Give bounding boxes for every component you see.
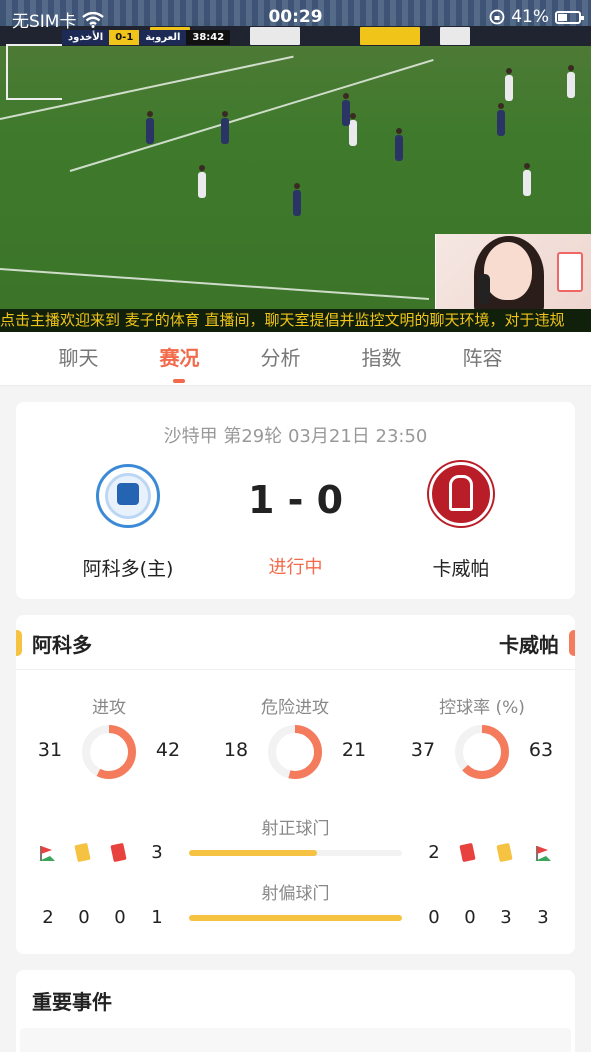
shots-off-target-row: 2 0 0 1 0 0 3 3 — [16, 905, 575, 931]
metric-label: 进攻 — [92, 698, 126, 718]
player — [523, 163, 531, 196]
player — [505, 68, 513, 101]
microphone-icon — [478, 274, 490, 304]
away-yellow-count: 3 — [500, 907, 512, 928]
metric-home-value: 37 — [410, 739, 436, 761]
shots-off-target-bar — [189, 915, 402, 921]
player — [198, 165, 206, 198]
stats-home-team: 阿科多 — [32, 633, 92, 657]
tab-lineup[interactable]: 阵容 — [432, 332, 533, 385]
yellow-card-icon — [496, 842, 516, 863]
metric-away-value: 42 — [155, 739, 181, 761]
technical-stats-card: 阿科多 卡威帕 进攻 31 42 危险进攻 18 21 控球率 (%) 37 6… — [16, 615, 575, 954]
tab-odds[interactable]: 指数 — [331, 332, 432, 385]
match-card: 沙特甲 第29轮 03月21日 23:50 1 - 0 阿科多(主) 进行中 卡… — [16, 402, 575, 599]
home-red-count: 0 — [114, 907, 126, 928]
corner-flag-icon — [39, 846, 55, 861]
tab-bar: 聊天 赛况 分析 指数 阵容 — [0, 332, 591, 386]
red-card-icon — [459, 842, 479, 863]
tab-match-status[interactable]: 赛况 — [129, 332, 230, 385]
shots-off-target-label: 射偏球门 — [261, 884, 330, 904]
metric-attacks: 进攻 31 42 — [16, 693, 202, 783]
yellow-card-icon — [74, 842, 94, 863]
rotation-lock-icon — [489, 9, 505, 25]
home-shots-on-target: 3 — [151, 842, 163, 863]
player — [395, 128, 403, 161]
metric-home-value: 18 — [223, 739, 249, 761]
shots-on-target-fill — [189, 850, 317, 856]
player — [293, 183, 301, 216]
metric-dangerous-attacks: 危险进攻 18 21 — [202, 693, 388, 783]
announcement-marquee: 点击主播欢迎来到 麦子的体育 直播间，聊天室提倡并监控文明的聊天环境，对于违规 — [0, 309, 591, 332]
corner-flag-icon — [535, 846, 551, 861]
player — [497, 103, 505, 136]
shots-on-target-label: 射正球门 — [261, 819, 330, 839]
away-shots-on-target: 2 — [428, 842, 440, 863]
live-video-player[interactable]: الأخدود 0-1 العروبة 38:42 点击主播欢迎来到 麦子的体育… — [0, 0, 591, 332]
shots-on-target-bar — [189, 850, 402, 856]
battery-icon — [555, 10, 584, 24]
metric-home-value: 31 — [37, 739, 63, 761]
player — [146, 111, 154, 144]
away-corners-count: 3 — [537, 907, 549, 928]
tab-chat[interactable]: 聊天 — [28, 332, 129, 385]
streamer-cam[interactable] — [435, 234, 591, 309]
shots-off-target-fill — [189, 915, 402, 921]
key-events-title: 重要事件 — [32, 990, 112, 1014]
player — [349, 113, 357, 146]
home-color-marker — [16, 630, 22, 656]
pitch-line — [0, 268, 430, 300]
metric-donut — [455, 725, 509, 779]
battery-percent: 41% — [511, 7, 549, 27]
home-yellow-count: 0 — [78, 907, 90, 928]
metric-label: 危险进攻 — [261, 698, 329, 718]
stats-away-team: 卡威帕 — [499, 633, 559, 657]
status-bar: 无SIM卡 00:29 41% — [0, 0, 591, 34]
away-team-logo[interactable] — [429, 462, 493, 526]
shots-on-target-row: 3 2 — [16, 840, 575, 866]
key-events-list — [20, 1028, 571, 1052]
metric-label: 控球率 (%) — [439, 698, 525, 718]
away-red-count: 0 — [464, 907, 476, 928]
player — [342, 93, 350, 126]
stats-header: 阿科多 卡威帕 — [16, 615, 575, 670]
metric-donut — [268, 725, 322, 779]
player — [221, 111, 229, 144]
player — [567, 65, 575, 98]
metric-away-value: 21 — [341, 739, 367, 761]
background-shelf — [557, 252, 583, 292]
key-events-card: 重要事件 — [16, 970, 575, 1052]
streamer-face — [484, 242, 532, 300]
away-shots-off-target: 0 — [428, 907, 440, 928]
pitch-line — [69, 58, 434, 172]
home-shots-off-target: 1 — [151, 907, 163, 928]
metric-possession: 控球率 (%) 37 63 — [389, 693, 575, 783]
metric-donut — [82, 725, 136, 779]
metric-away-value: 63 — [528, 739, 554, 761]
tab-analysis[interactable]: 分析 — [230, 332, 331, 385]
home-corners-count: 2 — [42, 907, 54, 928]
away-color-marker — [569, 630, 575, 656]
goal-frame — [6, 44, 62, 100]
red-card-icon — [110, 842, 130, 863]
away-team-name[interactable]: 卡威帕 — [381, 554, 541, 581]
league-round-time: 沙特甲 第29轮 03月21日 23:50 — [163, 426, 428, 447]
